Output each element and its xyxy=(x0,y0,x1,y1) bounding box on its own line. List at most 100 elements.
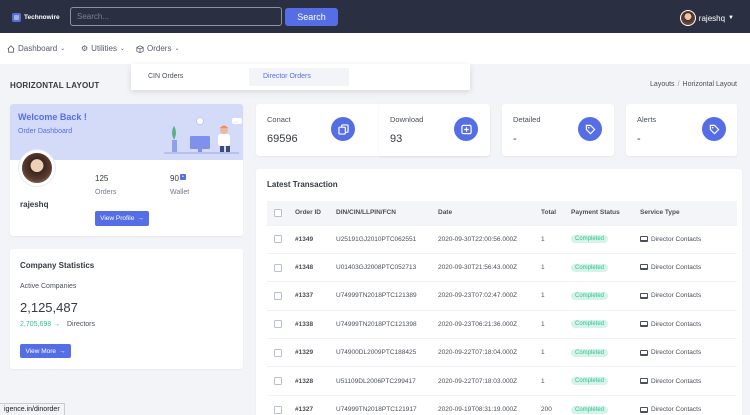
order-total: 1 xyxy=(537,224,567,254)
search-button[interactable]: Search xyxy=(285,8,338,26)
laptop-icon xyxy=(640,377,648,384)
nav-item-utilities[interactable]: ⚙ Utilities ⌄ xyxy=(81,44,125,53)
service-type-cell: Director Contacts xyxy=(636,281,737,311)
tag-icon xyxy=(702,117,726,141)
row-checkbox[interactable] xyxy=(274,320,282,329)
status-badge: Completed xyxy=(571,263,609,272)
service-type: Director Contacts xyxy=(651,349,702,357)
payment-status-cell: Completed xyxy=(567,366,636,396)
stat-card-alerts: Alerts - xyxy=(626,104,737,156)
table-row[interactable]: #1337 U74999TN2018PTC121389 2020-09-23T07:… xyxy=(267,281,737,311)
logo-icon xyxy=(12,12,21,22)
card-subtitle: Active Companies xyxy=(20,283,77,290)
page-title: HORIZONTAL LAYOUT xyxy=(10,81,100,90)
row-checkbox[interactable] xyxy=(274,348,282,357)
order-date: 2020-09-22T07:18:04.000Z xyxy=(434,338,537,367)
profile-name: rajeshq xyxy=(20,200,49,209)
avatar[interactable] xyxy=(679,10,696,26)
breadcrumb-item-active: Horizontal Layout xyxy=(682,81,737,88)
order-id[interactable]: #1337 xyxy=(291,281,332,311)
table-row[interactable]: #1348 U01403GJ2008PTC052713 2020-09-30T21:… xyxy=(267,252,737,282)
table-row[interactable]: #1327 U74999TN2018PTC121917 2020-09-19T08:… xyxy=(267,394,737,415)
arrow-right-icon: → xyxy=(53,321,61,328)
column-header[interactable]: Date xyxy=(434,201,537,225)
view-more-button[interactable]: View More → xyxy=(20,344,71,358)
orders-label: Orders xyxy=(95,189,117,196)
column-header[interactable]: Service Type xyxy=(636,201,737,225)
row-checkbox[interactable] xyxy=(274,263,282,272)
select-all-cell xyxy=(267,201,291,225)
payment-status-cell: Completed xyxy=(567,394,636,415)
order-date: 2020-09-23T07:02:47.000Z xyxy=(434,281,537,311)
breadcrumb-separator: / xyxy=(677,81,680,88)
status-badge: Completed xyxy=(571,235,609,244)
service-type-cell: Director Contacts xyxy=(636,394,737,415)
brand[interactable]: Technowire xyxy=(12,10,60,24)
table-row[interactable]: #1349 U25191GJ2010PTC062551 2020-09-30T22:… xyxy=(267,224,737,254)
breadcrumb-item[interactable]: Layouts xyxy=(650,81,675,88)
order-total: 1 xyxy=(537,309,567,339)
table-row[interactable]: #1338 U74999TN2018PTC121398 2020-09-23T06:… xyxy=(267,309,737,339)
table-row[interactable]: #1328 U51109DL2006PTC299417 2020-09-22T07:… xyxy=(267,366,737,396)
order-id[interactable]: #1349 xyxy=(291,224,332,254)
chevron-down-icon: ⌄ xyxy=(174,46,180,52)
payment-status-cell: Completed xyxy=(567,338,636,367)
menu-item-cin-orders[interactable]: CIN Orders xyxy=(131,68,246,86)
column-header[interactable]: DIN/CIN/LLPIN/FCN xyxy=(332,201,434,225)
order-id[interactable]: #1329 xyxy=(291,338,332,367)
order-id[interactable]: #1328 xyxy=(291,366,332,396)
payment-status-cell: Completed xyxy=(567,281,636,311)
nav-item-dashboard[interactable]: Dashboard ⌄ xyxy=(7,44,65,53)
row-checkbox[interactable] xyxy=(274,377,282,386)
tag-icon xyxy=(578,117,602,141)
company-stats-card: Company Statistics Active Companies 2,12… xyxy=(10,249,243,369)
status-badge: Completed xyxy=(571,348,609,357)
status-badge: Completed xyxy=(571,377,609,386)
row-select-cell xyxy=(267,338,291,367)
view-profile-button[interactable]: View Profile → xyxy=(95,211,149,226)
avatar[interactable] xyxy=(19,150,55,186)
row-checkbox[interactable] xyxy=(274,291,282,300)
navbar: Dashboard ⌄ ⚙ Utilities ⌄ Orders ⌄ xyxy=(0,33,750,64)
order-id[interactable]: #1327 xyxy=(291,394,332,415)
row-checkbox[interactable] xyxy=(274,405,282,414)
stat-label: Conact xyxy=(267,115,291,124)
transactions-table: Order ID DIN/CIN/LLPIN/FCN Date Total Pa… xyxy=(267,201,737,415)
gear-icon: ⚙ xyxy=(81,44,89,53)
nav-item-label: Dashboard xyxy=(18,44,58,53)
nav-item-orders[interactable]: Orders ⌄ xyxy=(136,44,179,53)
payment-status-cell: Completed xyxy=(567,309,636,339)
select-all-checkbox[interactable] xyxy=(274,208,282,217)
arrow-right-icon: → xyxy=(137,215,144,222)
order-date: 2020-09-19T08:31:19.000Z xyxy=(434,394,537,415)
column-header[interactable]: Payment Status xyxy=(567,201,636,225)
row-select-cell xyxy=(267,394,291,415)
menu-item-director-orders[interactable]: Director Orders xyxy=(249,68,349,86)
order-id[interactable]: #1338 xyxy=(291,309,332,339)
orders-count: 125 xyxy=(95,174,109,183)
order-id[interactable]: #1348 xyxy=(291,252,332,282)
service-type-cell: Director Contacts xyxy=(636,252,737,282)
status-badge: Completed xyxy=(571,405,609,414)
chevron-down-icon: ⌄ xyxy=(119,46,125,52)
stat-value: - xyxy=(637,133,641,145)
table-row[interactable]: #1329 U74900DL2009PTC188425 2020-09-22T07:… xyxy=(267,338,737,367)
row-select-cell xyxy=(267,366,291,396)
view-profile-label: View Profile xyxy=(100,215,135,222)
column-header[interactable]: Order ID xyxy=(291,201,332,225)
stat-value: 93 xyxy=(390,133,403,145)
row-checkbox[interactable] xyxy=(274,235,282,244)
column-header[interactable]: Total xyxy=(537,201,567,225)
welcome-subtitle: Order Dashboard xyxy=(18,128,73,135)
order-date: 2020-09-30T21:56:43.000Z xyxy=(434,252,537,282)
laptop-icon xyxy=(640,235,648,242)
stat-card-download: Download 93 xyxy=(379,104,490,156)
chevron-down-icon: ⌄ xyxy=(60,46,66,52)
search-input[interactable] xyxy=(70,7,282,26)
active-companies-value: 2,125,487 xyxy=(20,300,78,315)
growth-indicator: 2,705,698 → xyxy=(20,321,60,328)
nav-item-label: Orders xyxy=(147,44,172,53)
growth-value: 2,705,698 xyxy=(20,321,52,328)
user-menu[interactable]: rajeshq ▼ xyxy=(679,10,734,26)
order-total: 1 xyxy=(537,252,567,282)
